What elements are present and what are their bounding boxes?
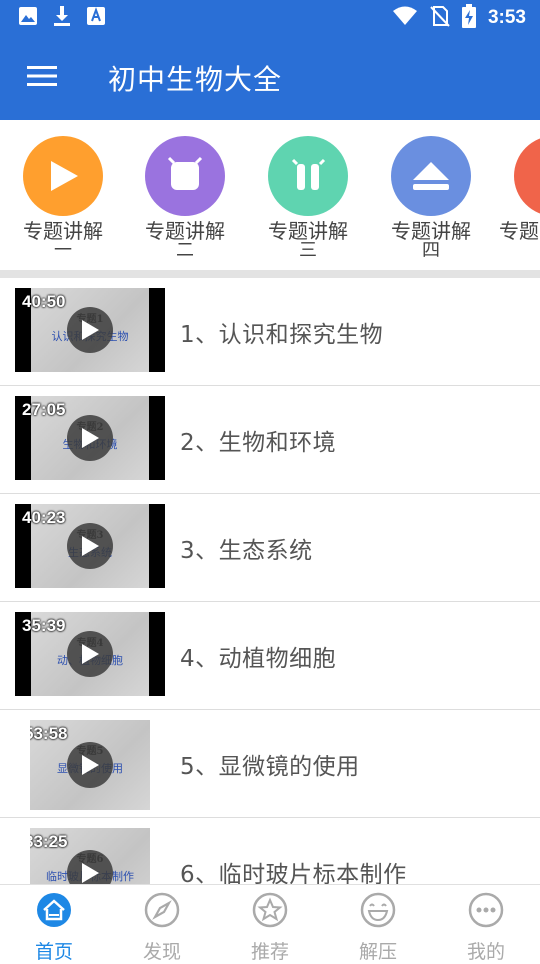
video-title: 2、生物和环境 <box>180 429 337 456</box>
play-icon[interactable] <box>67 742 113 788</box>
video-item-2[interactable]: 专题2生物和环境 27:05 2、生物和环境 <box>0 386 540 494</box>
video-item-5[interactable]: 专题5显微镜的使用 53:58 5、显微镜的使用 <box>0 710 540 818</box>
category-item-3[interactable]: 专题讲解 三 <box>253 136 363 260</box>
video-thumbnail[interactable]: 专题2生物和环境 27:05 <box>15 396 165 480</box>
home-icon <box>35 891 73 933</box>
square-icon <box>145 136 225 216</box>
nav-discover[interactable]: 发现 <box>108 885 216 963</box>
wifi-icon <box>392 6 418 30</box>
category-sublabel: 一 <box>54 240 72 261</box>
video-item-3[interactable]: 专题3生态系统 40:23 3、生态系统 <box>0 494 540 602</box>
no-sim-icon <box>430 5 450 31</box>
video-thumbnail[interactable]: 专题1认识和探究生物 40:50 <box>15 288 165 372</box>
play-icon[interactable] <box>67 415 113 461</box>
battery-charging-icon <box>461 4 476 32</box>
video-duration: 27:05 <box>22 400 66 419</box>
video-duration: 40:23 <box>22 508 66 527</box>
clock-time: 3:53 <box>487 7 526 28</box>
circle-icon <box>514 136 540 216</box>
menu-button[interactable] <box>14 50 70 106</box>
video-item-4[interactable]: 专题4动、植物细胞 35:39 4、动植物细胞 <box>0 602 540 710</box>
video-title: 1、认识和探究生物 <box>180 321 384 348</box>
video-duration: 40:50 <box>22 292 66 311</box>
smiley-icon <box>359 891 397 933</box>
video-title: 5、显微镜的使用 <box>180 753 360 780</box>
bottom-navigation: 首页 发现 推荐 解压 我的 <box>0 884 540 963</box>
category-row: 专题讲解 一 专题讲解 二 专题讲解 三 专题讲解 四 专题 <box>0 120 540 270</box>
section-divider <box>0 270 540 278</box>
play-icon[interactable] <box>67 523 113 569</box>
category-label: 专题讲解 <box>145 219 225 243</box>
video-title: 3、生态系统 <box>180 537 313 564</box>
video-duration: 53:58 <box>30 724 68 743</box>
category-item-5[interactable]: 专题 <box>499 136 540 242</box>
text-a-icon <box>86 6 106 30</box>
category-label: 专题讲解 <box>268 219 348 243</box>
eject-icon <box>391 136 471 216</box>
category-item-4[interactable]: 专题讲解 四 <box>376 136 486 260</box>
nav-recommend[interactable]: 推荐 <box>216 885 324 963</box>
video-duration: 35:39 <box>22 616 66 635</box>
play-icon <box>23 136 103 216</box>
category-sublabel: 四 <box>422 240 440 261</box>
category-label: 专题讲解 <box>391 219 471 243</box>
video-thumbnail[interactable]: 专题3生态系统 40:23 <box>15 504 165 588</box>
video-list[interactable]: 专题1认识和探究生物 40:50 1、认识和探究生物 专题2生物和环境 27:0… <box>0 278 540 884</box>
video-duration: 33:25 <box>30 832 68 851</box>
app-bar: 初中生物大全 <box>0 36 540 120</box>
category-sublabel: 三 <box>299 240 317 261</box>
nav-relax[interactable]: 解压 <box>324 885 432 963</box>
video-thumbnail[interactable]: 专题4动、植物细胞 35:39 <box>15 612 165 696</box>
app-title: 初中生物大全 <box>108 63 283 96</box>
nav-mine[interactable]: 我的 <box>432 885 540 963</box>
video-title: 6、临时玻片标本制作 <box>180 861 407 885</box>
more-dots-icon <box>467 891 505 933</box>
image-icon <box>18 6 38 30</box>
compass-icon <box>143 891 181 933</box>
download-icon <box>52 5 72 31</box>
video-thumbnail[interactable]: 专题6临时玻片标本制作 33:25 <box>30 828 150 884</box>
play-icon[interactable] <box>67 307 113 353</box>
category-label: 专题 <box>499 219 539 243</box>
play-icon[interactable] <box>67 631 113 677</box>
video-title: 4、动植物细胞 <box>180 645 337 672</box>
nav-home[interactable]: 首页 <box>0 885 108 963</box>
video-thumbnail[interactable]: 专题5显微镜的使用 53:58 <box>30 720 150 810</box>
category-item-2[interactable]: 专题讲解 二 <box>130 136 240 260</box>
video-item-6[interactable]: 专题6临时玻片标本制作 33:25 6、临时玻片标本制作 <box>0 818 540 884</box>
pause-icon <box>268 136 348 216</box>
category-sublabel: 二 <box>176 240 194 261</box>
category-item-1[interactable]: 专题讲解 一 <box>8 136 118 260</box>
category-label: 专题讲解 <box>23 219 103 243</box>
star-icon <box>251 891 289 933</box>
hamburger-menu-icon <box>27 65 57 91</box>
status-bar: 3:53 <box>0 0 540 36</box>
video-item-1[interactable]: 专题1认识和探究生物 40:50 1、认识和探究生物 <box>0 278 540 386</box>
